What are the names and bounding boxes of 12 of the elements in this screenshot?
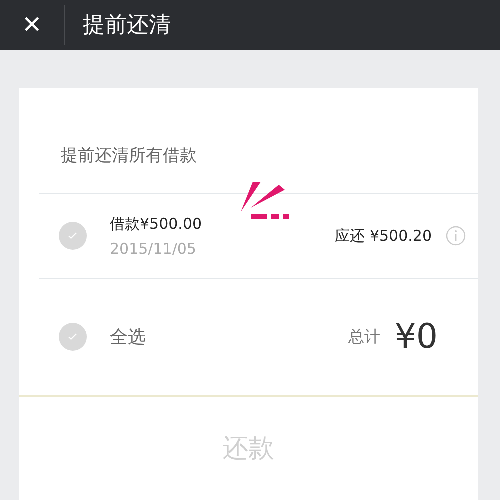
total-amount: ¥0	[394, 317, 438, 357]
checkbox[interactable]	[59, 222, 87, 250]
info-icon[interactable]	[446, 226, 466, 246]
amount-due: 应还 ¥500.20	[335, 226, 432, 246]
loan-amount: 借款¥500.00	[110, 214, 202, 234]
select-all-label: 全选	[110, 326, 146, 349]
page-title: 提前还清	[83, 12, 171, 40]
section-title: 提前还清所有借款	[61, 145, 198, 167]
select-all-checkbox[interactable]	[59, 323, 87, 351]
close-button[interactable]: ✕	[0, 0, 64, 50]
loan-date: 2015/11/05	[110, 240, 198, 258]
total-label: 总计	[348, 326, 381, 348]
